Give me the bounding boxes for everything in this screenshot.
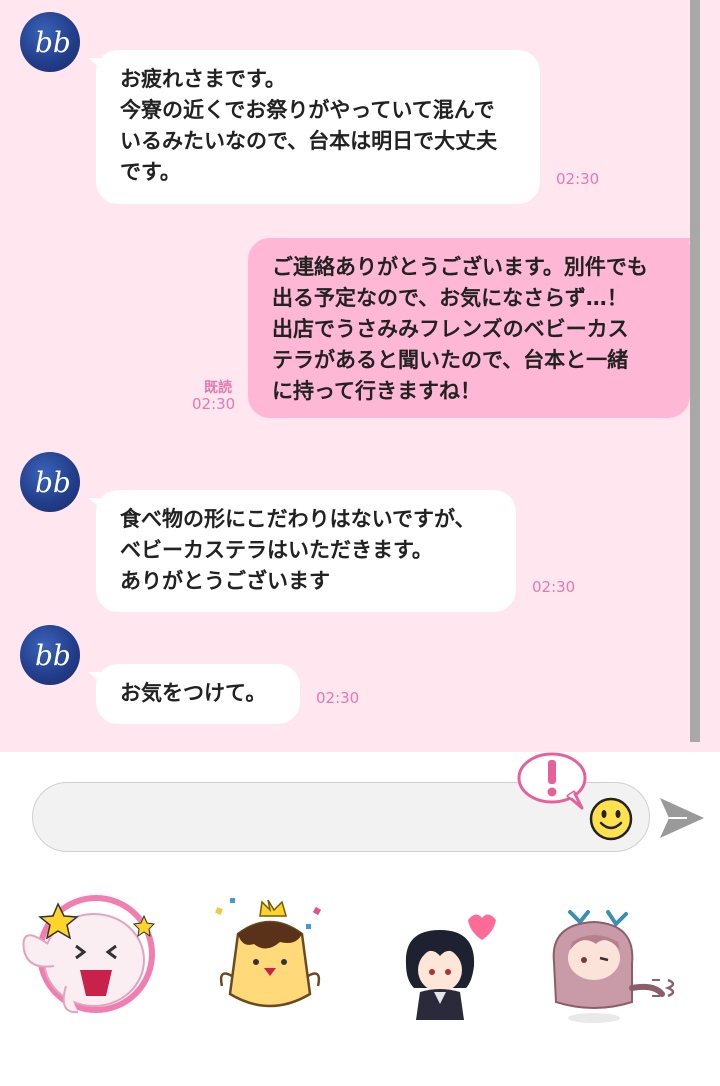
smiley-face-icon[interactable] bbox=[588, 796, 634, 846]
send-arrow-icon[interactable] bbox=[657, 794, 707, 846]
pink-monster-costume-sticker[interactable] bbox=[544, 902, 694, 1032]
message-timestamp: 02:30 bbox=[556, 170, 600, 188]
pudding-with-crown-sticker[interactable] bbox=[210, 894, 330, 1028]
message-timestamp: 02:30 bbox=[192, 395, 236, 413]
exclamation-speech-icon[interactable] bbox=[516, 750, 592, 816]
bb-logo-icon: bb bbox=[35, 639, 70, 672]
message-timestamp: 02:30 bbox=[316, 689, 360, 707]
message-timestamp: 02:30 bbox=[532, 578, 576, 596]
contact-avatar[interactable]: bb bbox=[20, 625, 80, 685]
message-bubble-outgoing[interactable]: ご連絡ありがとうございます。別件でも 出る予定なので、お気になさらず…！ 出店で… bbox=[248, 238, 690, 418]
svg-text:bb: bb bbox=[35, 26, 70, 59]
bb-logo-icon: bb bbox=[35, 26, 70, 59]
message-bubble-incoming[interactable]: 食べ物の形にこだわりはないですが、 ベビーカステラはいただきます。 ありがとうご… bbox=[96, 490, 516, 612]
chat-area[interactable]: bb お疲れさまです。 今寮の近くでお祭りがやっていて混んで いるみたいなので、… bbox=[0, 0, 720, 752]
pink-ghost-creature-sticker[interactable] bbox=[14, 884, 164, 1028]
scrollbar[interactable] bbox=[690, 0, 700, 742]
contact-avatar[interactable]: bb bbox=[20, 12, 80, 72]
message-bubble-incoming[interactable]: お気をつけて。 bbox=[96, 664, 300, 724]
dark-haired-boy-heart-sticker[interactable] bbox=[396, 908, 512, 1036]
message-bubble-incoming[interactable]: お疲れさまです。 今寮の近くでお祭りがやっていて混んで いるみたいなので、台本は… bbox=[96, 50, 540, 204]
svg-text:bb: bb bbox=[35, 466, 70, 499]
bb-logo-icon: bb bbox=[35, 466, 70, 499]
read-receipt: 既読 bbox=[204, 380, 232, 396]
svg-text:bb: bb bbox=[35, 639, 70, 672]
contact-avatar[interactable]: bb bbox=[20, 452, 80, 512]
sticker-suggestions bbox=[0, 872, 720, 1086]
